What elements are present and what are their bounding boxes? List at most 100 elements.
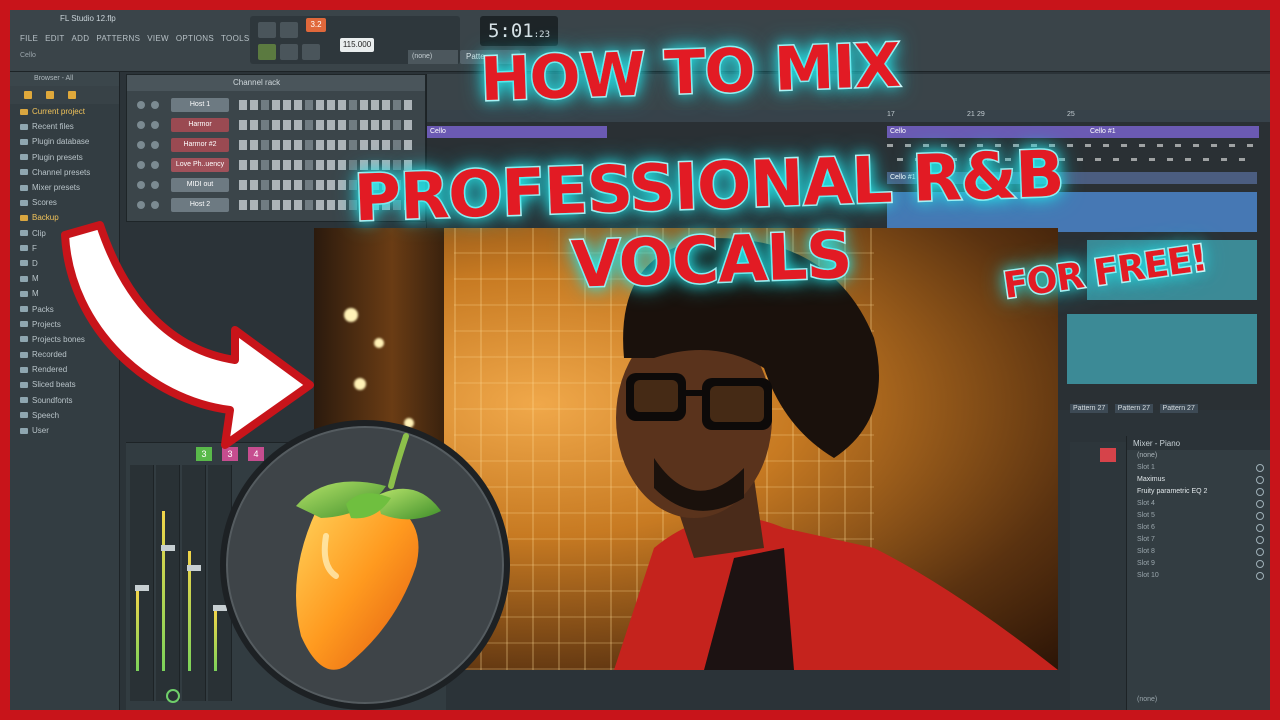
preset-selector[interactable]: (none) xyxy=(1127,450,1270,462)
folder-icon xyxy=(20,214,28,221)
effect-slot[interactable]: Slot 1 xyxy=(1127,462,1270,474)
clock-main: 5:01 xyxy=(487,20,534,42)
menu-options[interactable]: OPTIONS xyxy=(176,34,214,43)
folder-icon xyxy=(20,230,28,237)
menu-add[interactable]: ADD xyxy=(72,34,90,43)
channel-row[interactable]: Host 1 xyxy=(131,97,421,113)
mute-led[interactable] xyxy=(137,201,145,209)
browser-item[interactable]: Scores xyxy=(10,195,119,210)
hint-bar: Cello xyxy=(20,52,36,59)
slot-enable-icon[interactable] xyxy=(1256,536,1264,544)
pattern-clip[interactable]: Pattern 27 xyxy=(1114,404,1154,413)
step-sequence[interactable] xyxy=(239,100,415,110)
folder-icon xyxy=(20,336,28,343)
tempo-display[interactable]: 115.000 xyxy=(340,38,374,52)
browser-item[interactable]: Mixer presets xyxy=(10,180,119,195)
mixer-strip[interactable] xyxy=(156,465,180,701)
insert-tag xyxy=(1100,448,1116,462)
menu-tools[interactable]: TOOLS xyxy=(221,34,249,43)
mute-led[interactable] xyxy=(137,181,145,189)
folder-icon xyxy=(20,108,28,115)
browser-tool-icon[interactable] xyxy=(46,91,54,99)
step-sequence[interactable] xyxy=(239,140,415,150)
menu-view[interactable]: VIEW xyxy=(147,34,169,43)
folder-icon xyxy=(20,245,28,252)
slot-enable-icon[interactable] xyxy=(1256,464,1264,472)
folder-icon xyxy=(20,138,28,145)
pan-knob[interactable] xyxy=(151,101,159,109)
browser-tool-icon[interactable] xyxy=(68,91,76,99)
channel-rack-header: Channel rack xyxy=(127,75,425,91)
effect-slot[interactable]: Slot 7 xyxy=(1127,534,1270,546)
menu-file[interactable]: FILE xyxy=(20,34,38,43)
mute-led[interactable] xyxy=(137,121,145,129)
mixer-strip[interactable] xyxy=(130,465,154,701)
slot-enable-icon[interactable] xyxy=(1256,524,1264,532)
effect-slot[interactable]: Slot 4 xyxy=(1127,498,1270,510)
channel-row[interactable]: Harmor #2 xyxy=(131,137,421,153)
folder-icon xyxy=(20,123,28,130)
mixer-strips-right xyxy=(1070,442,1126,710)
folder-icon xyxy=(20,321,28,328)
slot-enable-icon[interactable] xyxy=(1256,512,1264,520)
effect-slot[interactable]: Fruity parametric EQ 2 xyxy=(1127,486,1270,498)
browser-item[interactable]: Plugin presets xyxy=(10,150,119,165)
browser-item[interactable]: Plugin database xyxy=(10,134,119,149)
metronome-button[interactable] xyxy=(258,22,276,38)
folder-icon xyxy=(20,381,28,388)
playlist-clip[interactable]: Cello xyxy=(887,126,1087,138)
effect-slot[interactable]: Slot 9 xyxy=(1127,558,1270,570)
browser-item[interactable]: Recent files xyxy=(10,119,119,134)
effect-slot[interactable]: Slot 6 xyxy=(1127,522,1270,534)
volume-fader[interactable] xyxy=(135,585,149,591)
play-button[interactable] xyxy=(258,44,276,60)
mixer-strip[interactable] xyxy=(182,465,206,701)
pattern-song-toggle[interactable]: 3.2 xyxy=(306,18,326,32)
volume-fader[interactable] xyxy=(161,545,175,551)
slot-enable-icon[interactable] xyxy=(1256,548,1264,556)
slot-enable-icon[interactable] xyxy=(1256,560,1264,568)
stop-button[interactable] xyxy=(280,44,298,60)
effect-slot[interactable]: Maximus xyxy=(1127,474,1270,486)
slot-enable-icon[interactable] xyxy=(1256,500,1264,508)
volume-fader[interactable] xyxy=(187,565,201,571)
playlist-clip-block[interactable] xyxy=(1067,314,1257,384)
pan-knob[interactable] xyxy=(151,181,159,189)
slot-enable-icon[interactable] xyxy=(1256,488,1264,496)
playlist-clip[interactable]: Cello xyxy=(427,126,607,138)
ruler-bar: 29 xyxy=(977,111,985,118)
loop-button[interactable] xyxy=(280,22,298,38)
browser-item[interactable]: Current project xyxy=(10,104,119,119)
slot-enable-icon[interactable] xyxy=(1256,572,1264,580)
menu-edit[interactable]: EDIT xyxy=(45,34,64,43)
menu-patterns[interactable]: PATTERNS xyxy=(96,34,140,43)
pan-knob[interactable] xyxy=(151,121,159,129)
effect-slot[interactable]: Slot 10 xyxy=(1127,570,1270,582)
folder-icon xyxy=(20,412,28,419)
effect-slot[interactable]: Slot 5 xyxy=(1127,510,1270,522)
folder-icon xyxy=(20,397,28,404)
pattern-clip[interactable]: Pattern 27 xyxy=(1159,404,1198,413)
folder-icon xyxy=(20,351,28,358)
mute-led[interactable] xyxy=(137,101,145,109)
mute-led[interactable] xyxy=(137,161,145,169)
pan-knob[interactable] xyxy=(151,161,159,169)
effect-slot[interactable]: Slot 8 xyxy=(1127,546,1270,558)
slot-enable-icon[interactable] xyxy=(1256,476,1264,484)
pan-knob[interactable] xyxy=(151,201,159,209)
step-sequence[interactable] xyxy=(239,120,415,130)
browser-tool-icon[interactable] xyxy=(24,91,32,99)
pan-knob[interactable] xyxy=(151,141,159,149)
output-selector[interactable]: (none) xyxy=(1127,694,1267,706)
pattern-clip[interactable]: Pattern 27 xyxy=(1070,404,1109,413)
level-meter xyxy=(136,591,139,671)
channel-name[interactable]: Host 1 xyxy=(171,98,229,112)
browser-item[interactable]: Channel presets xyxy=(10,165,119,180)
channel-name[interactable]: Harmor xyxy=(171,118,229,132)
record-button[interactable] xyxy=(302,44,320,60)
send-knob[interactable] xyxy=(166,689,180,703)
channel-name[interactable]: Harmor #2 xyxy=(171,138,229,152)
ruler-bar: 21 xyxy=(967,111,975,118)
channel-row[interactable]: Harmor xyxy=(131,117,421,133)
mute-led[interactable] xyxy=(137,141,145,149)
